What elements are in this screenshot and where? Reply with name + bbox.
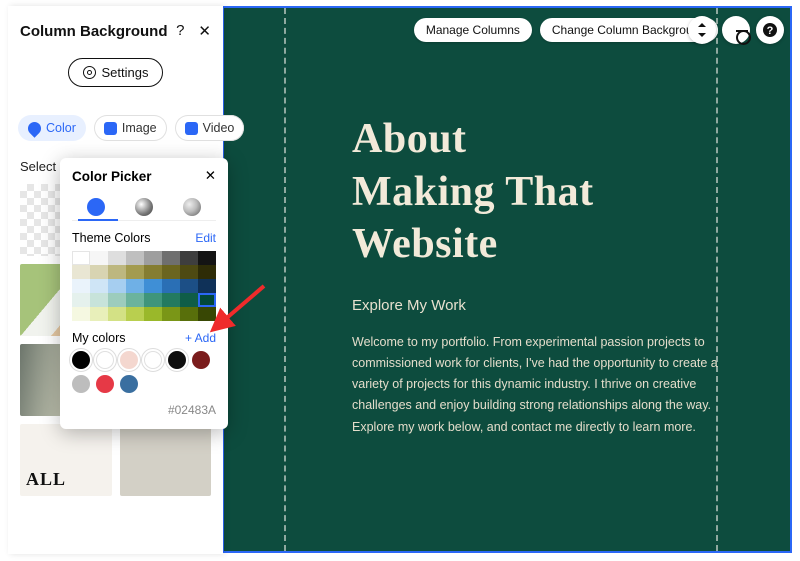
mycolors-add-link[interactable]: + Add xyxy=(185,331,216,345)
tab-video[interactable]: Video xyxy=(175,115,245,141)
image-icon xyxy=(104,122,117,135)
theme-swatch[interactable] xyxy=(126,307,144,321)
video-icon xyxy=(185,122,198,135)
theme-swatch[interactable] xyxy=(180,265,198,279)
gear-icon xyxy=(83,66,96,79)
color-picker-popover: Color Picker ✕ Theme Colors Edit My colo… xyxy=(60,158,228,429)
theme-swatch[interactable] xyxy=(198,251,216,265)
help-button[interactable]: ? xyxy=(756,16,784,44)
bg-thumb[interactable] xyxy=(120,424,212,496)
theme-swatch[interactable] xyxy=(162,251,180,265)
guide-line xyxy=(284,8,286,551)
canvas-tool-buttons: ? xyxy=(688,16,784,44)
mycolor-swatch[interactable] xyxy=(72,375,90,393)
theme-swatch[interactable] xyxy=(126,279,144,293)
theme-swatch[interactable] xyxy=(108,265,126,279)
theme-edit-link[interactable]: Edit xyxy=(195,231,216,245)
theme-swatch[interactable] xyxy=(126,265,144,279)
bg-type-tabs: Color Image Video xyxy=(8,107,223,149)
mode-solid[interactable] xyxy=(87,198,105,216)
theme-swatch[interactable] xyxy=(72,251,90,265)
settings-button[interactable]: Settings xyxy=(68,58,164,87)
mycolor-swatch[interactable] xyxy=(168,351,186,369)
tab-image[interactable]: Image xyxy=(94,115,167,141)
hex-readout: #02483A xyxy=(72,403,216,417)
theme-swatch[interactable] xyxy=(162,307,180,321)
theme-swatch[interactable] xyxy=(90,251,108,265)
theme-swatch[interactable] xyxy=(162,279,180,293)
theme-swatch[interactable] xyxy=(180,307,198,321)
theme-swatch[interactable] xyxy=(144,307,162,321)
theme-swatch[interactable] xyxy=(72,293,90,307)
mode-gradient[interactable] xyxy=(135,198,153,216)
picker-close-button[interactable]: ✕ xyxy=(205,168,216,184)
column-action-bar: Manage Columns Change Column Background xyxy=(414,18,718,42)
mode-active-indicator xyxy=(78,219,118,221)
settings-label: Settings xyxy=(102,65,149,80)
mycolor-swatch[interactable] xyxy=(96,375,114,393)
theme-swatch[interactable] xyxy=(90,279,108,293)
theme-swatch[interactable] xyxy=(108,279,126,293)
theme-swatch[interactable] xyxy=(108,251,126,265)
theme-swatch[interactable] xyxy=(162,265,180,279)
mycolor-swatch[interactable] xyxy=(72,351,90,369)
mycolors-label: My colors xyxy=(72,331,125,345)
theme-swatch-grid xyxy=(72,251,216,321)
theme-swatch[interactable] xyxy=(108,293,126,307)
mode-texture[interactable] xyxy=(183,198,201,216)
mycolors-row xyxy=(72,351,216,393)
picker-mode-tabs xyxy=(72,192,216,221)
theme-swatch[interactable] xyxy=(180,251,198,265)
hero-heading: About Making That Website xyxy=(352,113,722,271)
theme-swatch[interactable] xyxy=(72,265,90,279)
theme-swatch[interactable] xyxy=(180,293,198,307)
mycolor-swatch[interactable] xyxy=(96,351,114,369)
theme-swatch[interactable] xyxy=(72,279,90,293)
picker-title: Color Picker xyxy=(72,169,152,184)
theme-swatch[interactable] xyxy=(90,293,108,307)
panel-help-button[interactable]: ? xyxy=(176,22,184,40)
panel-close-button[interactable]: ✕ xyxy=(198,22,211,40)
theme-swatch[interactable] xyxy=(90,265,108,279)
mycolor-swatch[interactable] xyxy=(192,351,210,369)
panel-title: Column Background xyxy=(20,23,168,40)
theme-swatch[interactable] xyxy=(162,293,180,307)
mycolor-swatch[interactable] xyxy=(120,375,138,393)
theme-swatch[interactable] xyxy=(90,307,108,321)
theme-swatch[interactable] xyxy=(144,279,162,293)
theme-swatch[interactable] xyxy=(144,293,162,307)
theme-colors-label: Theme Colors xyxy=(72,231,151,245)
theme-swatch[interactable] xyxy=(198,279,216,293)
theme-swatch[interactable] xyxy=(126,293,144,307)
theme-swatch[interactable] xyxy=(198,265,216,279)
manage-columns-button[interactable]: Manage Columns xyxy=(414,18,532,42)
theme-swatch[interactable] xyxy=(180,279,198,293)
column-canvas[interactable]: Manage Columns Change Column Background … xyxy=(222,6,792,553)
bg-thumb-all[interactable]: ALL xyxy=(20,424,112,496)
theme-swatch[interactable] xyxy=(72,307,90,321)
theme-swatch[interactable] xyxy=(108,307,126,321)
drop-icon xyxy=(25,119,43,137)
theme-swatch[interactable] xyxy=(198,307,216,321)
reorder-button[interactable] xyxy=(688,16,716,44)
hero-text-block[interactable]: About Making That Website Explore My Wor… xyxy=(352,113,722,438)
theme-swatch[interactable] xyxy=(144,265,162,279)
mycolor-swatch[interactable] xyxy=(144,351,162,369)
theme-swatch[interactable] xyxy=(198,293,216,307)
svg-text:?: ? xyxy=(767,25,774,37)
mycolor-swatch[interactable] xyxy=(120,351,138,369)
layout-button[interactable] xyxy=(722,16,750,44)
theme-swatch[interactable] xyxy=(144,251,162,265)
tab-color[interactable]: Color xyxy=(18,115,86,141)
theme-swatch[interactable] xyxy=(126,251,144,265)
hero-body: Welcome to my portfolio. From experiment… xyxy=(352,332,722,438)
hero-subheading: Explore My Work xyxy=(352,297,722,314)
